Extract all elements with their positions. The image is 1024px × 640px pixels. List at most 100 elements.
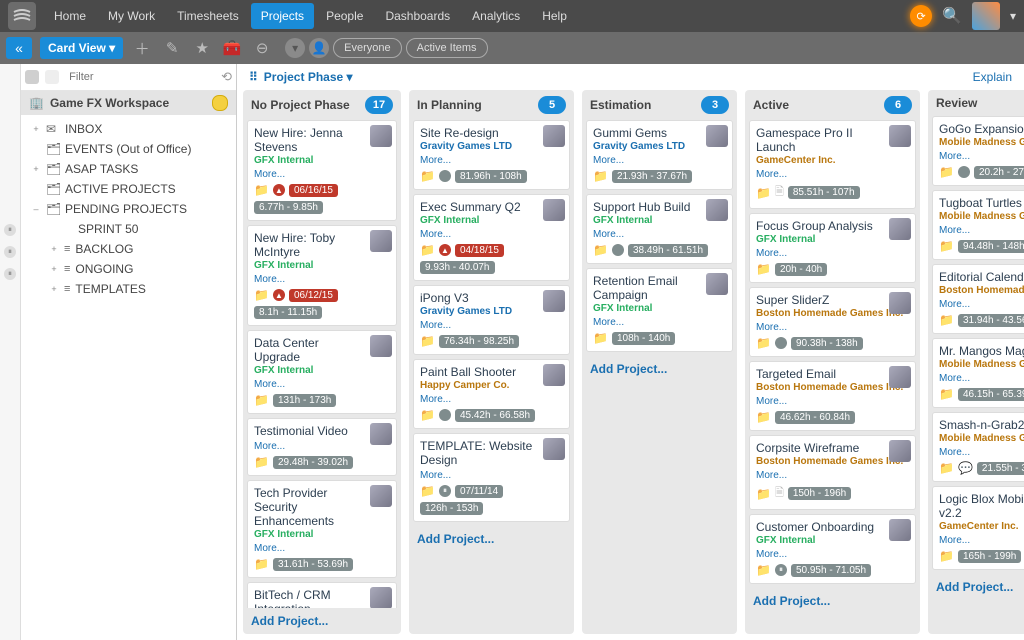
nav-analytics[interactable]: Analytics [462,3,530,29]
sidebar-item[interactable]: +≡ONGOING [29,259,234,279]
expand-icon[interactable]: + [31,164,41,174]
project-card[interactable]: Editorial CalendarBoston Homemade Games … [932,264,1024,334]
expand-icon[interactable]: + [31,124,41,134]
edit-icon[interactable]: ✎ [161,37,183,59]
sidebar-item[interactable]: +🗂ASAP TASKS [29,159,234,179]
project-card[interactable]: GoGo Expansion PackMobile Madness Group … [932,116,1024,186]
card-more-link[interactable]: More... [254,169,285,180]
project-card[interactable]: Targeted EmailBoston Homemade Games Inc.… [749,361,916,431]
add-icon[interactable]: ＋ [131,37,153,59]
card-more-link[interactable]: More... [939,299,970,310]
nav-dashboards[interactable]: Dashboards [375,3,460,29]
card-more-link[interactable]: More... [420,394,451,405]
rail-dot-3[interactable]: ⏸ [4,268,16,280]
nav-home[interactable]: Home [44,3,96,29]
workspace-row[interactable]: 🏢 Game FX Workspace [21,91,236,115]
sidebar-item[interactable]: SPRINT 50 [29,219,234,239]
user-menu-caret-icon[interactable]: ▾ [1010,9,1016,23]
add-project-link[interactable]: Add Project... [409,526,574,552]
project-card[interactable]: Exec Summary Q2GFX InternalMore...📁▲04/1… [413,194,570,281]
card-more-link[interactable]: More... [254,274,285,285]
card-more-link[interactable]: More... [756,322,787,333]
filter-active-items[interactable]: Active Items [406,38,488,58]
explain-link[interactable]: Explain [973,70,1012,84]
nav-timesheets[interactable]: Timesheets [167,3,249,29]
project-card[interactable]: Data Center UpgradeGFX InternalMore...📁1… [247,330,397,414]
card-more-link[interactable]: More... [254,379,285,390]
project-card[interactable]: iPong V3Gravity Games LTDMore...📁76.34h … [413,285,570,355]
project-card[interactable]: Super SliderZBoston Homemade Games Inc.M… [749,287,916,357]
card-more-link[interactable]: More... [939,373,970,384]
project-card[interactable]: Tugboat Turtles 5Mobile Madness Group In… [932,190,1024,260]
project-card[interactable]: Tech Provider Security EnhancementsGFX I… [247,480,397,578]
card-more-link[interactable]: More... [420,470,451,481]
rail-dot-1[interactable]: ⏸ [4,224,16,236]
filter-everyone[interactable]: Everyone [333,38,401,58]
expand-icon[interactable]: – [31,204,41,214]
expand-icon[interactable]: + [49,244,59,254]
card-more-link[interactable]: More... [756,549,787,560]
project-card[interactable]: Paint Ball ShooterHappy Camper Co.More..… [413,359,570,429]
funnel-icon[interactable]: ▾ [285,38,305,58]
collapse-sidebar-button[interactable]: « [6,37,32,59]
project-card[interactable]: Testimonial VideoMore...📁29.48h - 39.02h [247,418,397,476]
project-card[interactable]: Gamespace Pro II LaunchGameCenter Inc.Mo… [749,120,916,209]
project-card[interactable]: New Hire: Jenna StevensGFX InternalMore.… [247,120,397,221]
nav-mywork[interactable]: My Work [98,3,165,29]
person-filter-icon[interactable]: 👤 [309,38,329,58]
view-switcher[interactable]: Card View ▾ [40,37,123,59]
project-card[interactable]: Focus Group AnalysisGFX InternalMore...📁… [749,213,916,283]
project-card[interactable]: Smash-n-Grab2Mobile Madness Group Inc.Mo… [932,412,1024,482]
rail-dot-2[interactable]: ⏸ [4,246,16,258]
add-project-link[interactable]: Add Project... [243,608,401,634]
sidebar-item[interactable]: 🗂EVENTS (Out of Office) [29,139,234,159]
project-card[interactable]: New Hire: Toby McIntyreGFX InternalMore.… [247,225,397,326]
card-more-link[interactable]: More... [420,229,451,240]
card-more-link[interactable]: More... [939,447,970,458]
add-project-link[interactable]: Add Project... [582,356,737,382]
nav-people[interactable]: People [316,3,373,29]
card-more-link[interactable]: More... [939,535,970,546]
nav-help[interactable]: Help [532,3,577,29]
sidebar-item[interactable]: 🗂ACTIVE PROJECTS [29,179,234,199]
card-more-link[interactable]: More... [593,155,624,166]
card-more-link[interactable]: More... [756,169,787,180]
exclude-icon[interactable]: ⊖ [251,37,273,59]
board-grip-icon[interactable]: ⠿ [249,70,258,84]
card-more-link[interactable]: More... [593,229,624,240]
expand-icon[interactable]: + [49,284,59,294]
project-card[interactable]: Logic Blox Mobile App v2.2GameCenter Inc… [932,486,1024,570]
card-more-link[interactable]: More... [756,470,787,481]
project-card[interactable]: Site Re-designGravity Games LTDMore...📁8… [413,120,570,190]
search-icon[interactable]: 🔍 [942,6,962,26]
card-more-link[interactable]: More... [254,441,285,452]
refresh-icon[interactable]: ⟲ [221,69,232,85]
card-more-link[interactable]: More... [756,396,787,407]
sidebar-item[interactable]: –🗂PENDING PROJECTS [29,199,234,219]
board-title[interactable]: Project Phase ▾ [264,70,353,84]
star-icon[interactable]: ★ [191,37,213,59]
expand-icon[interactable]: + [49,264,59,274]
sidebar-item[interactable]: +✉INBOX [29,119,234,139]
sidebar-toggle-1[interactable] [25,70,39,84]
app-logo[interactable] [8,2,36,30]
project-card[interactable]: BitTech / CRM IntegrationGFX InternalMor… [247,582,397,608]
card-more-link[interactable]: More... [254,543,285,554]
card-more-link[interactable]: More... [939,151,970,162]
add-project-link[interactable]: Add Project... [928,574,1024,600]
user-avatar[interactable] [972,2,1000,30]
sidebar-toggle-2[interactable] [45,70,59,84]
card-more-link[interactable]: More... [939,225,970,236]
project-card[interactable]: Mr. Mangos MagicMobile Madness Group Inc… [932,338,1024,408]
notifications-icon[interactable]: ⟳ [910,5,932,27]
card-more-link[interactable]: More... [420,320,451,331]
card-more-link[interactable]: More... [756,248,787,259]
add-project-link[interactable]: Add Project... [745,588,920,614]
workspace-star-icon[interactable] [212,95,228,111]
project-card[interactable]: TEMPLATE: Website DesignMore...📁⏸07/11/1… [413,433,570,522]
project-card[interactable]: Retention Email CampaignGFX InternalMore… [586,268,733,352]
project-card[interactable]: Customer OnboardingGFX InternalMore...📁⏸… [749,514,916,584]
project-card[interactable]: Corpsite WireframeBoston Homemade Games … [749,435,916,510]
project-card[interactable]: Gummi GemsGravity Games LTDMore...📁21.93… [586,120,733,190]
sidebar-item[interactable]: +≡BACKLOG [29,239,234,259]
